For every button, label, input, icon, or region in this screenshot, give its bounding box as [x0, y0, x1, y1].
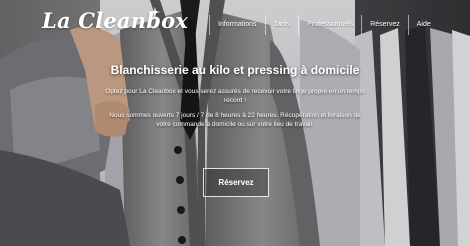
main-nav: Informations Tarifs Professionnels Réser… — [209, 15, 439, 35]
nav-item-tarifs[interactable]: Tarifs — [266, 15, 299, 35]
brand-logo[interactable]: La Cleanbox — [42, 8, 188, 33]
nav-item-informations[interactable]: Informations — [210, 15, 265, 35]
site-header: La Cleanbox Informations Tarifs Professi… — [0, 0, 470, 50]
hero-intro-text: Optez pour La Cleanbox et vous serez ass… — [105, 88, 365, 104]
hero-hours-text: Nous sommes ouverts 7 jours / 7 de 8 heu… — [109, 112, 361, 128]
nav-item-reservez[interactable]: Réservez — [362, 15, 408, 35]
nav-item-aide[interactable]: Aide — [409, 15, 439, 35]
hero-headline: Blanchisserie au kilo et pressing à domi… — [110, 63, 360, 77]
reserve-button[interactable]: Réservez — [203, 168, 269, 197]
sparkle-icon — [150, 7, 160, 17]
nav-item-professionnels[interactable]: Professionnels — [299, 15, 361, 35]
